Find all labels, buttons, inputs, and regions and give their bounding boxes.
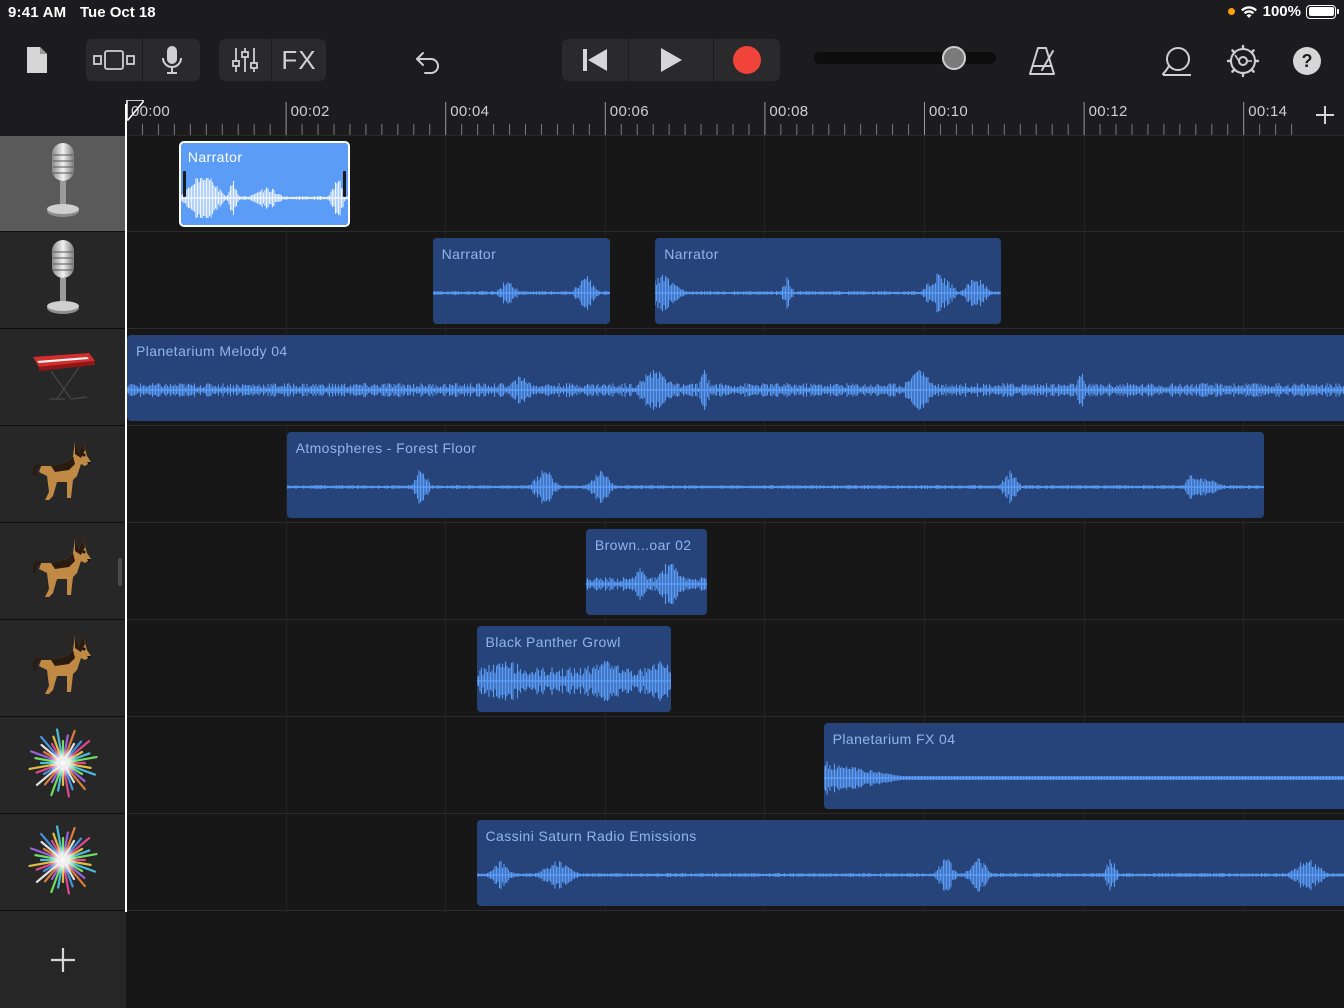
battery-percent: 100%: [1262, 3, 1301, 20]
loop-browser-icon[interactable]: [1156, 40, 1198, 82]
settings-icon[interactable]: [1222, 40, 1264, 82]
tracks-view-icon[interactable]: [86, 39, 142, 81]
region-title: Cassini Saturn Radio Emissions: [485, 828, 697, 844]
waveform: [655, 273, 1001, 313]
microphone-icon: [43, 238, 83, 323]
dog-icon: [31, 533, 95, 610]
fx-icon[interactable]: FX: [272, 39, 326, 81]
ruler-label: 00:02: [290, 103, 330, 120]
audio-region[interactable]: Planetarium FX 04: [823, 723, 1344, 809]
ruler-label: 00:10: [929, 103, 969, 120]
sparkle-icon: [27, 727, 99, 804]
track-header[interactable]: [0, 718, 126, 814]
transport-group: [562, 39, 780, 81]
waveform: [180, 178, 349, 218]
view-group: [86, 39, 200, 81]
ruler-label: 00:14: [1248, 103, 1288, 120]
region-title: Planetarium Melody 04: [136, 343, 288, 359]
mix-group: FX: [219, 39, 326, 81]
audio-region[interactable]: Narrator: [178, 141, 351, 227]
status-bar: 9:41 AM Tue Oct 18 100%: [0, 0, 1344, 24]
region-title: Black Panther Growl: [485, 634, 621, 650]
region-title: Atmospheres - Forest Floor: [295, 440, 477, 456]
metronome-icon[interactable]: [1022, 40, 1062, 82]
audio-region[interactable]: Black Panther Growl: [476, 626, 672, 712]
ruler-corner: [0, 100, 126, 136]
add-track-button[interactable]: [0, 912, 126, 1008]
header-resize-handle[interactable]: [118, 558, 122, 586]
track-headers: [0, 136, 126, 1008]
track-header[interactable]: [0, 524, 126, 620]
status-date: Tue Oct 18: [80, 4, 156, 21]
track-header[interactable]: [0, 136, 126, 232]
track-lane[interactable]: [126, 524, 1344, 620]
record-icon[interactable]: [714, 39, 780, 81]
region-title: Brown...oar 02: [594, 537, 692, 553]
audio-region[interactable]: Narrator: [432, 238, 610, 324]
waveform: [585, 564, 708, 604]
go-to-beginning-icon[interactable]: [562, 39, 628, 81]
ruler-label: 00:12: [1088, 103, 1128, 120]
grid-line: [285, 136, 287, 912]
waveform: [823, 761, 1344, 795]
track-header[interactable]: [0, 621, 126, 717]
fx-label: FX: [281, 44, 317, 75]
master-volume-slider[interactable]: [814, 52, 996, 64]
timeline-ruler[interactable]: 00:00 00:02 00:04 00:06 00:08 00:10 00:12 00:14: [126, 100, 1344, 136]
playhead[interactable]: [125, 104, 127, 912]
add-section-icon[interactable]: [1314, 104, 1336, 131]
waveform: [127, 370, 1344, 410]
trim-handle-right[interactable]: [343, 171, 347, 197]
undo-icon[interactable]: [408, 42, 448, 82]
status-time: 9:41 AM: [8, 4, 67, 21]
wifi-icon: [1240, 5, 1257, 18]
trim-handle-left[interactable]: [182, 171, 186, 197]
control-bar: FX ?: [0, 24, 1344, 100]
track-lane[interactable]: [126, 621, 1344, 717]
mixer-icon[interactable]: [219, 39, 271, 81]
ruler-label: 00:08: [769, 103, 809, 120]
track-header[interactable]: [0, 330, 126, 426]
microphone-icon: [43, 141, 83, 226]
keyboard-icon: [27, 343, 99, 412]
waveform: [432, 276, 610, 310]
microphone-icon[interactable]: [143, 39, 200, 81]
audio-region[interactable]: Narrator: [655, 238, 1001, 324]
play-icon[interactable]: [629, 39, 713, 81]
tracks-area[interactable]: Narrator Narrator Narrator Planetarium Melo…: [126, 136, 1344, 1008]
track-header[interactable]: [0, 815, 126, 911]
region-title: Planetarium FX 04: [832, 731, 956, 747]
audio-region[interactable]: Planetarium Melody 04: [127, 335, 1344, 421]
audio-region[interactable]: Cassini Saturn Radio Emissions: [476, 820, 1344, 906]
dog-icon: [31, 630, 95, 707]
playhead-handle[interactable]: [126, 100, 144, 136]
waveform: [476, 858, 1344, 892]
battery-icon: [1306, 4, 1339, 19]
dog-icon: [31, 436, 95, 513]
audio-region[interactable]: Atmospheres - Forest Floor: [286, 432, 1265, 518]
track-header[interactable]: [0, 427, 126, 523]
waveform: [286, 470, 1265, 504]
privacy-indicator-dot: [1227, 8, 1235, 15]
help-icon[interactable]: ?: [1287, 40, 1327, 82]
waveform: [476, 661, 672, 701]
master-volume-knob[interactable]: [942, 46, 967, 70]
region-title: Narrator: [664, 246, 719, 262]
sparkle-icon: [27, 824, 99, 901]
region-title: Narrator: [187, 149, 243, 165]
track-header[interactable]: [0, 233, 126, 329]
document-icon[interactable]: [20, 42, 54, 78]
audio-region[interactable]: Brown...oar 02: [585, 529, 708, 615]
plus-icon: [51, 948, 75, 972]
svg-text:?: ?: [1302, 51, 1313, 71]
ruler-label: 00:06: [609, 103, 649, 120]
ruler-label: 00:04: [450, 103, 490, 120]
region-title: Narrator: [441, 246, 497, 262]
status-right: 100%: [1227, 3, 1339, 20]
